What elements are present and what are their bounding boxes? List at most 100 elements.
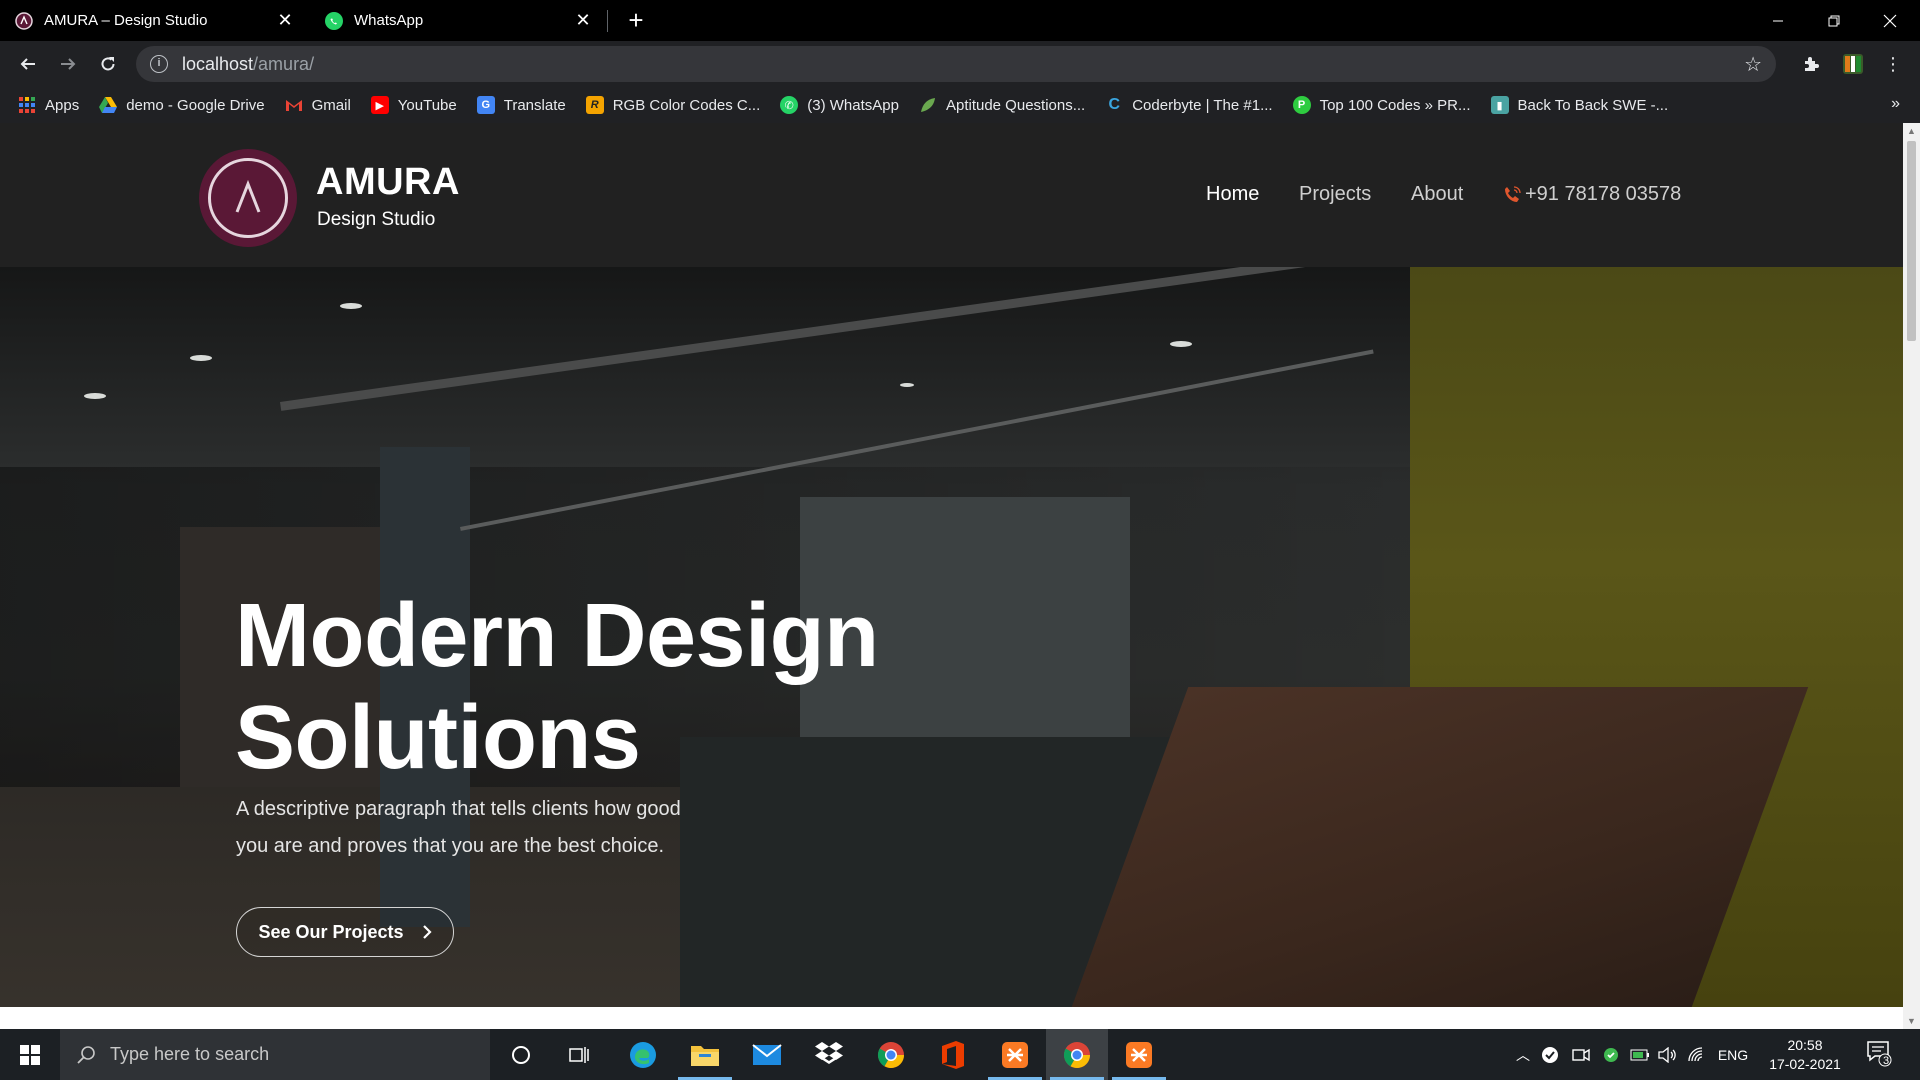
reload-icon: [101, 57, 115, 71]
bookmark-apps[interactable]: Apps: [18, 96, 79, 114]
profile-avatar[interactable]: [1838, 49, 1868, 79]
search-icon: [77, 1045, 95, 1064]
hero-description: A descriptive paragraph that tells clien…: [236, 791, 716, 865]
taskbar-dropbox[interactable]: [798, 1029, 860, 1080]
hero-description-line-2: you are and proves that you are the best…: [236, 835, 665, 857]
forward-button[interactable]: [52, 48, 84, 80]
chevron-right-icon: [422, 925, 432, 939]
bookmark-coderbyte[interactable]: C Coderbyte | The #1...: [1105, 96, 1272, 114]
hero-title: Modern Design Solutions: [235, 585, 995, 789]
see-our-projects-button[interactable]: See Our Projects: [236, 907, 454, 957]
scroll-down-icon[interactable]: ▼: [1903, 1013, 1920, 1029]
taskbar-xampp-2[interactable]: [1108, 1029, 1170, 1080]
tab-title: WhatsApp: [354, 12, 424, 29]
nav-phone[interactable]: +91 78178 03578: [1502, 183, 1681, 206]
wifi-icon[interactable]: [1682, 1046, 1712, 1063]
nav-projects[interactable]: Projects: [1299, 183, 1371, 206]
google-drive-icon: [99, 96, 118, 114]
taskbar-mail[interactable]: [736, 1029, 798, 1080]
hero-description-line-1: A descriptive paragraph that tells clien…: [236, 798, 681, 820]
check-circle-icon[interactable]: [1534, 1046, 1566, 1064]
start-button[interactable]: [0, 1029, 60, 1080]
bookmark-label: Translate: [503, 96, 566, 114]
whatsapp-icon: ✆: [780, 96, 799, 114]
address-bar[interactable]: i localhost/amura/ ☆: [136, 46, 1776, 82]
tab-whatsapp[interactable]: WhatsApp ✕: [310, 0, 606, 41]
coderbyte-icon: C: [1108, 96, 1120, 113]
bookmarks-bar: Apps demo - Google Drive Gmail ▶ YouTube…: [0, 87, 1920, 123]
bookmark-label: Back To Back SWE -...: [1517, 96, 1669, 114]
minimize-button[interactable]: [1750, 0, 1806, 41]
mail-icon: [752, 1043, 782, 1065]
taskbar-xampp-1[interactable]: [984, 1029, 1046, 1080]
scroll-up-icon[interactable]: ▲: [1903, 123, 1920, 139]
taskbar-chrome-2[interactable]: [1046, 1029, 1108, 1080]
office-icon: [942, 1040, 964, 1069]
p-icon: P: [1292, 96, 1311, 114]
hero-bg-light: [340, 303, 362, 309]
close-tab-icon[interactable]: ✕: [574, 10, 592, 31]
volume-icon[interactable]: [1654, 1046, 1682, 1063]
restore-icon: [1828, 15, 1840, 26]
extensions-puzzle-icon[interactable]: [1796, 49, 1826, 79]
bookmark-label: (3) WhatsApp: [807, 96, 899, 114]
taskbar-chrome-1[interactable]: [860, 1029, 922, 1080]
info-icon[interactable]: i: [150, 55, 168, 73]
show-hidden-icons-chevron-up-icon[interactable]: ︿: [1512, 1045, 1534, 1065]
tab-strip: AMURA – Design Studio ✕ WhatsApp ✕ +: [0, 0, 1920, 41]
new-tab-button[interactable]: +: [622, 6, 650, 34]
bookmark-rgb-color-codes[interactable]: R RGB Color Codes C...: [585, 96, 761, 114]
folder-icon: [691, 1045, 719, 1066]
bookmark-gmail[interactable]: Gmail: [285, 96, 351, 114]
phone-number: +91 78178 03578: [1525, 183, 1682, 205]
bookmark-back-to-back-swe[interactable]: ▮ Back To Back SWE -...: [1490, 96, 1669, 114]
bookmark-translate[interactable]: G Translate: [476, 96, 566, 114]
cortana-button[interactable]: [490, 1029, 552, 1080]
bookmark-top-100-codes[interactable]: P Top 100 Codes » PR...: [1292, 96, 1471, 114]
hero-section: Modern Design Solutions A descriptive pa…: [0, 267, 1903, 1007]
bookmarks-overflow-icon[interactable]: »: [1891, 95, 1900, 113]
input-language[interactable]: ENG: [1712, 1047, 1754, 1063]
taskbar-clock[interactable]: 20:58 17-02-2021: [1760, 1036, 1850, 1074]
menu-kebab-icon[interactable]: ⋮: [1878, 49, 1908, 79]
nav-home[interactable]: Home: [1206, 183, 1259, 206]
brand-name[interactable]: AMURA: [316, 161, 460, 204]
bookmark-label: RGB Color Codes C...: [612, 96, 761, 114]
close-window-button[interactable]: [1862, 0, 1918, 41]
bookmark-aptitude[interactable]: Aptitude Questions...: [919, 96, 1085, 114]
taskbar-file-explorer[interactable]: [674, 1029, 736, 1080]
system-tray: ︿ ENG: [1512, 1029, 1754, 1080]
sync-green-icon[interactable]: [1596, 1046, 1626, 1064]
nav-phone-wrap: +91 78178 03578: [1502, 183, 1681, 206]
battery-icon[interactable]: [1626, 1049, 1654, 1061]
xampp-icon: [1126, 1041, 1152, 1068]
url-path: /amura/: [253, 53, 315, 74]
back-button[interactable]: [12, 48, 44, 80]
tab-separator: [607, 10, 608, 32]
meet-now-icon[interactable]: [1566, 1047, 1596, 1063]
youtube-icon: ▶: [370, 96, 389, 114]
amura-logo[interactable]: [199, 149, 297, 247]
bookmark-youtube[interactable]: ▶ YouTube: [370, 96, 457, 114]
taskbar-edge[interactable]: [612, 1029, 674, 1080]
hero-bg-light: [900, 383, 914, 387]
page-scrollbar[interactable]: ▲ ▼: [1903, 123, 1920, 1029]
tab-amura[interactable]: AMURA – Design Studio ✕: [0, 0, 308, 41]
taskbar-office[interactable]: [922, 1029, 984, 1080]
action-center-button[interactable]: 3: [1866, 1039, 1896, 1069]
nav-projects-wrap: Projects: [1299, 183, 1371, 206]
taskbar-search-box[interactable]: Type here to search: [60, 1029, 490, 1080]
gmail-icon: [285, 96, 303, 114]
task-view-button[interactable]: [548, 1029, 610, 1080]
close-icon: [1883, 14, 1897, 27]
scrollbar-thumb[interactable]: [1907, 141, 1916, 341]
bookmark-star-icon[interactable]: ☆: [1744, 52, 1762, 77]
chrome-icon: [1063, 1041, 1091, 1068]
reload-button[interactable]: [92, 48, 124, 80]
bookmark-google-drive[interactable]: demo - Google Drive: [99, 96, 265, 114]
nav-about[interactable]: About: [1411, 183, 1463, 206]
hero-bg-wooden-desk: [1071, 687, 1809, 1007]
bookmark-whatsapp[interactable]: ✆ (3) WhatsApp: [780, 96, 899, 114]
close-tab-icon[interactable]: ✕: [276, 10, 294, 31]
restore-button[interactable]: [1806, 0, 1862, 41]
